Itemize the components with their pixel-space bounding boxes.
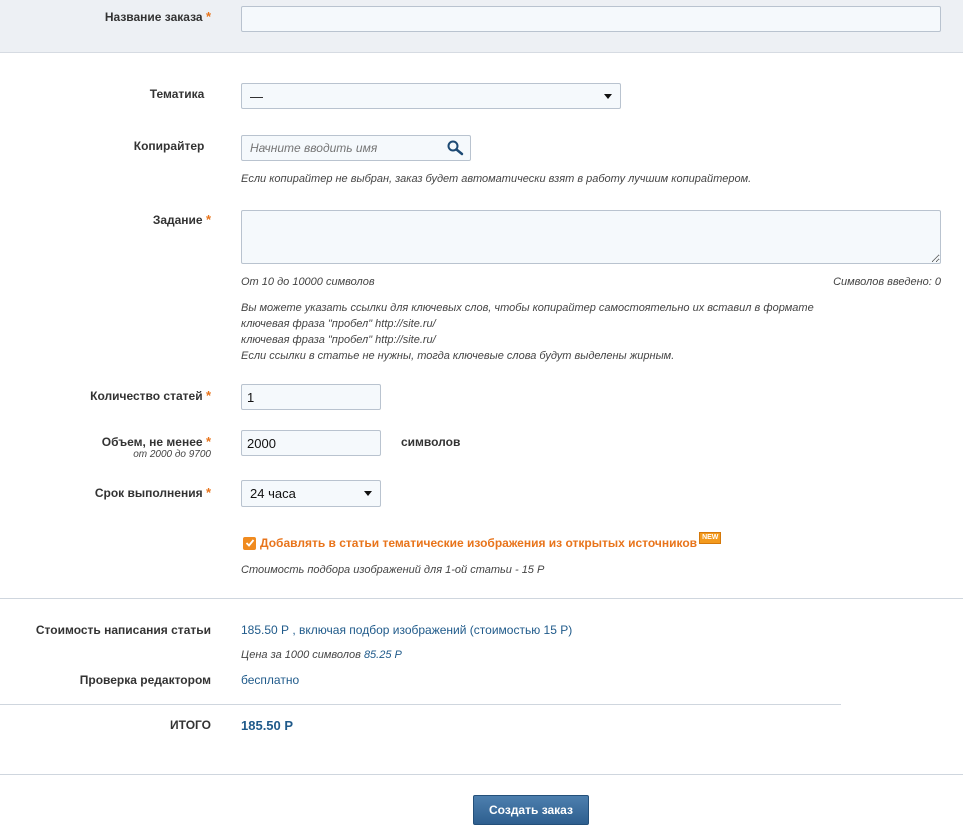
divider xyxy=(0,704,841,705)
articles-count-label: Количество статей * xyxy=(90,388,211,403)
copywriter-search[interactable] xyxy=(241,135,471,161)
images-option-label: Добавлять в статьи тематические изображе… xyxy=(260,536,698,550)
editor-check-value: бесплатно xyxy=(241,673,300,687)
create-order-button[interactable]: Создать заказ xyxy=(473,795,589,825)
volume-sublabel: от 2000 до 9700 xyxy=(133,449,211,460)
order-name-label: Название заказа * xyxy=(104,9,211,24)
copywriter-search-input[interactable] xyxy=(248,140,442,156)
volume-unit: символов xyxy=(401,435,461,449)
topic-label: Тематика xyxy=(149,87,205,101)
copywriter-hint: Если копирайтер не выбран, заказ будет а… xyxy=(241,173,752,185)
volume-input[interactable] xyxy=(241,430,381,456)
task-textarea[interactable] xyxy=(241,210,941,264)
checkmark-icon xyxy=(245,539,254,547)
chevron-down-icon xyxy=(604,93,612,99)
topic-selected-value: — xyxy=(250,88,263,104)
articles-count-input[interactable] xyxy=(241,384,381,410)
copywriter-label: Копирайтер xyxy=(133,139,205,153)
total-label: ИТОГО xyxy=(170,718,211,732)
topic-select[interactable]: — xyxy=(241,83,621,109)
images-hint: Стоимость подбора изображений для 1-ой с… xyxy=(241,564,545,576)
chevron-down-icon xyxy=(364,491,372,496)
images-option[interactable]: Добавлять в статьи тематические изображе… xyxy=(243,532,722,550)
task-label: Задание * xyxy=(152,212,211,227)
price-per-1000: Цена за 1000 символов 85.25 Р xyxy=(241,649,402,661)
divider xyxy=(0,774,963,775)
price-per-1000-value: 85.25 Р xyxy=(363,649,402,661)
volume-label: Объем, не менее * xyxy=(101,434,211,449)
images-checkbox[interactable] xyxy=(243,536,256,550)
article-cost-label: Стоимость написания статьи xyxy=(35,623,211,637)
order-name-input[interactable] xyxy=(241,6,941,32)
task-help-line: Вы можете указать ссылки для ключевых сл… xyxy=(241,302,814,314)
task-help-line: Если ссылки в статье не нужны, тогда клю… xyxy=(241,350,675,362)
new-badge: NEW xyxy=(699,532,722,544)
price-per-1000-label: Цена за 1000 символов xyxy=(241,649,361,661)
article-cost-value: 185.50 Р , включая подбор изображений (с… xyxy=(241,623,573,637)
deadline-selected-value: 24 часа xyxy=(250,486,296,501)
total-value: 185.50 Р xyxy=(241,718,294,733)
deadline-label: Срок выполнения * xyxy=(94,485,211,500)
editor-check-label: Проверка редактором xyxy=(79,673,211,687)
task-help-line: ключевая фраза "пробел" http://site.ru/ xyxy=(241,318,436,330)
task-chars-counter: Символов введено: 0 xyxy=(833,276,941,288)
task-range-hint: От 10 до 10000 символов xyxy=(241,276,375,288)
task-help-line: ключевая фраза "пробел" http://site.ru/ xyxy=(241,334,436,346)
search-icon[interactable] xyxy=(446,139,466,157)
deadline-select[interactable]: 24 часа xyxy=(241,480,381,507)
divider xyxy=(0,598,963,599)
task-help: Вы можете указать ссылки для ключевых сл… xyxy=(241,300,814,364)
